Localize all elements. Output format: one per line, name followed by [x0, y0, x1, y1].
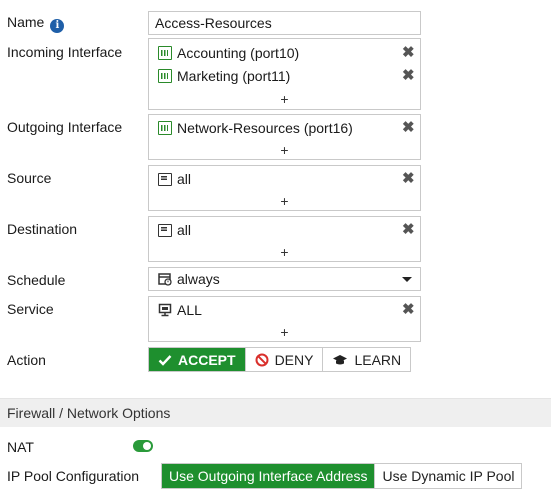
schedule-select[interactable]: always: [148, 267, 421, 291]
name-label-text: Name: [7, 14, 45, 30]
schedule-value: always: [158, 269, 220, 289]
calendar-clock-icon: [158, 273, 172, 286]
incoming-interface-item: Accounting (port10): [158, 43, 299, 63]
source-item: all: [158, 169, 191, 189]
incoming-interface-item: Marketing (port11): [158, 66, 290, 86]
service-item: ALL: [158, 300, 202, 320]
add-source-button[interactable]: +: [280, 194, 288, 208]
ip-pool-configuration-label: IP Pool Configuration: [7, 468, 140, 484]
use-dynamic-ip-pool-button[interactable]: Use Dynamic IP Pool: [374, 464, 522, 488]
nat-toggle[interactable]: [133, 440, 153, 452]
remove-icon[interactable]: ✖: [402, 222, 415, 237]
destination-item-label: all: [177, 222, 192, 238]
source-label: Source: [7, 170, 52, 186]
incoming-interface-label: Incoming Interface: [7, 44, 123, 60]
remove-icon[interactable]: ✖: [402, 68, 415, 83]
info-icon[interactable]: i: [50, 19, 65, 33]
service-item-label: ALL: [177, 302, 202, 318]
destination-label: Destination: [7, 221, 78, 237]
action-accept-label: ACCEPT: [178, 351, 236, 368]
incoming-interface-item-label: Accounting (port10): [177, 45, 300, 61]
source-field[interactable]: all ✖ +: [148, 165, 421, 211]
use-outgoing-interface-address-button[interactable]: Use Outgoing Interface Address: [162, 464, 375, 488]
chevron-down-icon: [402, 277, 412, 282]
outgoing-interface-item: Network-Resources (port16): [158, 118, 353, 138]
service-icon: [158, 303, 172, 317]
source-item-label: all: [177, 171, 192, 187]
incoming-interface-item-label: Marketing (port11): [177, 68, 291, 84]
add-destination-button[interactable]: +: [280, 245, 288, 259]
nat-label: NAT: [7, 439, 34, 455]
service-field[interactable]: ALL ✖ +: [148, 296, 421, 342]
schedule-value-label: always: [177, 271, 220, 287]
network-interface-icon: [158, 69, 172, 83]
add-outgoing-interface-button[interactable]: +: [280, 143, 288, 157]
outgoing-interface-field[interactable]: Network-Resources (port16) ✖ +: [148, 114, 421, 160]
name-input[interactable]: [148, 11, 421, 35]
incoming-interface-field[interactable]: Accounting (port10) ✖ Marketing (port11)…: [148, 38, 421, 110]
service-label: Service: [7, 301, 54, 317]
action-label: Action: [7, 352, 46, 368]
schedule-label: Schedule: [7, 272, 66, 288]
action-learn-label: LEARN: [354, 351, 402, 368]
address-icon: [158, 172, 172, 186]
remove-icon[interactable]: ✖: [402, 120, 415, 135]
destination-field[interactable]: all ✖ +: [148, 216, 421, 262]
deny-icon: [255, 353, 269, 367]
add-incoming-interface-button[interactable]: +: [280, 92, 288, 106]
network-interface-icon: [158, 46, 172, 60]
outgoing-interface-item-label: Network-Resources (port16): [177, 120, 353, 136]
address-icon: [158, 223, 172, 237]
action-accept-button[interactable]: ACCEPT: [149, 348, 245, 371]
destination-item: all: [158, 220, 191, 240]
add-service-button[interactable]: +: [280, 325, 288, 339]
name-label: Name i: [7, 14, 65, 33]
outgoing-interface-label: Outgoing Interface: [7, 119, 123, 135]
action-selector: ACCEPT DENY LEARN: [148, 347, 412, 372]
action-learn-button[interactable]: LEARN: [322, 348, 411, 371]
ip-pool-selector: Use Outgoing Interface Address Use Dynam…: [161, 463, 523, 489]
section-title: Firewall / Network Options: [7, 405, 171, 421]
action-deny-label: DENY: [274, 351, 314, 368]
firewall-network-options-header: Firewall / Network Options: [0, 398, 551, 427]
action-deny-button[interactable]: DENY: [244, 348, 323, 371]
remove-icon[interactable]: ✖: [402, 171, 415, 186]
network-interface-icon: [158, 121, 172, 135]
remove-icon[interactable]: ✖: [402, 302, 415, 317]
graduation-cap-icon: [332, 354, 348, 366]
remove-icon[interactable]: ✖: [402, 45, 415, 60]
check-icon: [158, 354, 172, 366]
